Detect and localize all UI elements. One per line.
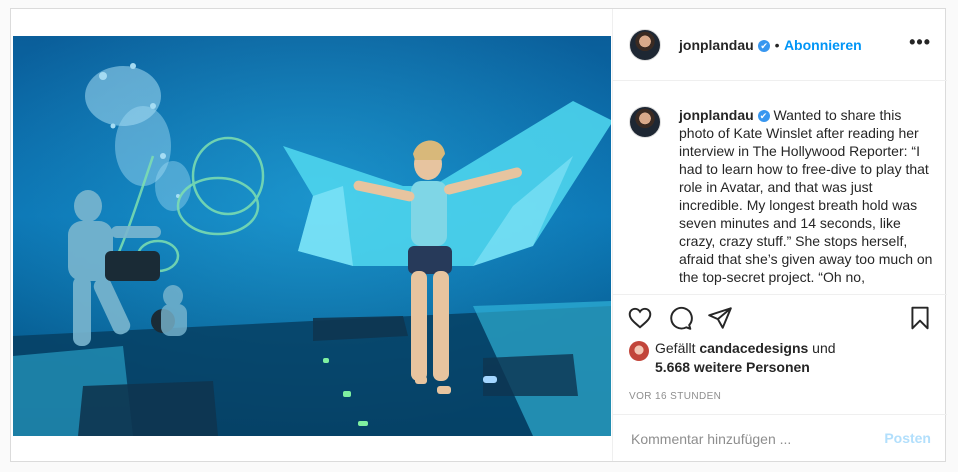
post-comment-button[interactable]: Posten xyxy=(884,430,931,446)
caption-area: jonplandau ✔ Wanted to share this photo … xyxy=(613,82,947,294)
comment-box: Posten xyxy=(613,414,947,461)
post-photo[interactable] xyxy=(13,36,611,436)
post-actions: Gefällt candacedesigns und 5.668 weitere… xyxy=(613,294,947,414)
comment-icon[interactable] xyxy=(667,305,693,331)
paper-plane-icon[interactable] xyxy=(707,305,733,331)
caption-verified-badge-icon: ✔ xyxy=(757,110,770,122)
more-options-icon[interactable]: ••• xyxy=(909,33,931,51)
caption-avatar[interactable] xyxy=(629,106,661,138)
author-username[interactable]: jonplandau xyxy=(679,37,754,53)
likes-summary: Gefällt candacedesigns und 5.668 weitere… xyxy=(629,339,929,377)
post-sidebar: jonplandau ✔ • Abonnieren ••• jonplandau… xyxy=(612,9,947,461)
author-line: jonplandau ✔ • Abonnieren xyxy=(679,37,862,55)
likes-middle: und xyxy=(808,340,836,356)
heart-icon[interactable] xyxy=(627,305,653,331)
post-media xyxy=(11,9,612,461)
likes-others-link[interactable]: 5.668 weitere Personen xyxy=(655,359,810,375)
follow-button[interactable]: Abonnieren xyxy=(784,37,862,53)
post-header: jonplandau ✔ • Abonnieren ••• xyxy=(613,9,947,81)
underwater-photo xyxy=(13,36,611,436)
caption: jonplandau ✔ Wanted to share this photo … xyxy=(679,106,937,286)
comment-input[interactable] xyxy=(629,429,873,449)
caption-text: Wanted to share this photo of Kate Winsl… xyxy=(679,107,933,285)
liker-avatar[interactable] xyxy=(629,341,649,361)
likes-prefix: Gefällt xyxy=(655,340,700,356)
separator-dot: • xyxy=(774,37,780,53)
likes-text: Gefällt candacedesigns und xyxy=(629,339,929,358)
author-avatar[interactable] xyxy=(629,29,661,61)
liker-username[interactable]: candacedesigns xyxy=(699,340,808,356)
verified-badge-icon: ✔ xyxy=(758,40,771,52)
caption-username[interactable]: jonplandau xyxy=(679,107,754,123)
bookmark-icon[interactable] xyxy=(907,305,933,331)
instagram-post-card: jonplandau ✔ • Abonnieren ••• jonplandau… xyxy=(10,8,947,462)
post-timestamp[interactable]: VOR 16 STUNDEN xyxy=(629,391,721,402)
